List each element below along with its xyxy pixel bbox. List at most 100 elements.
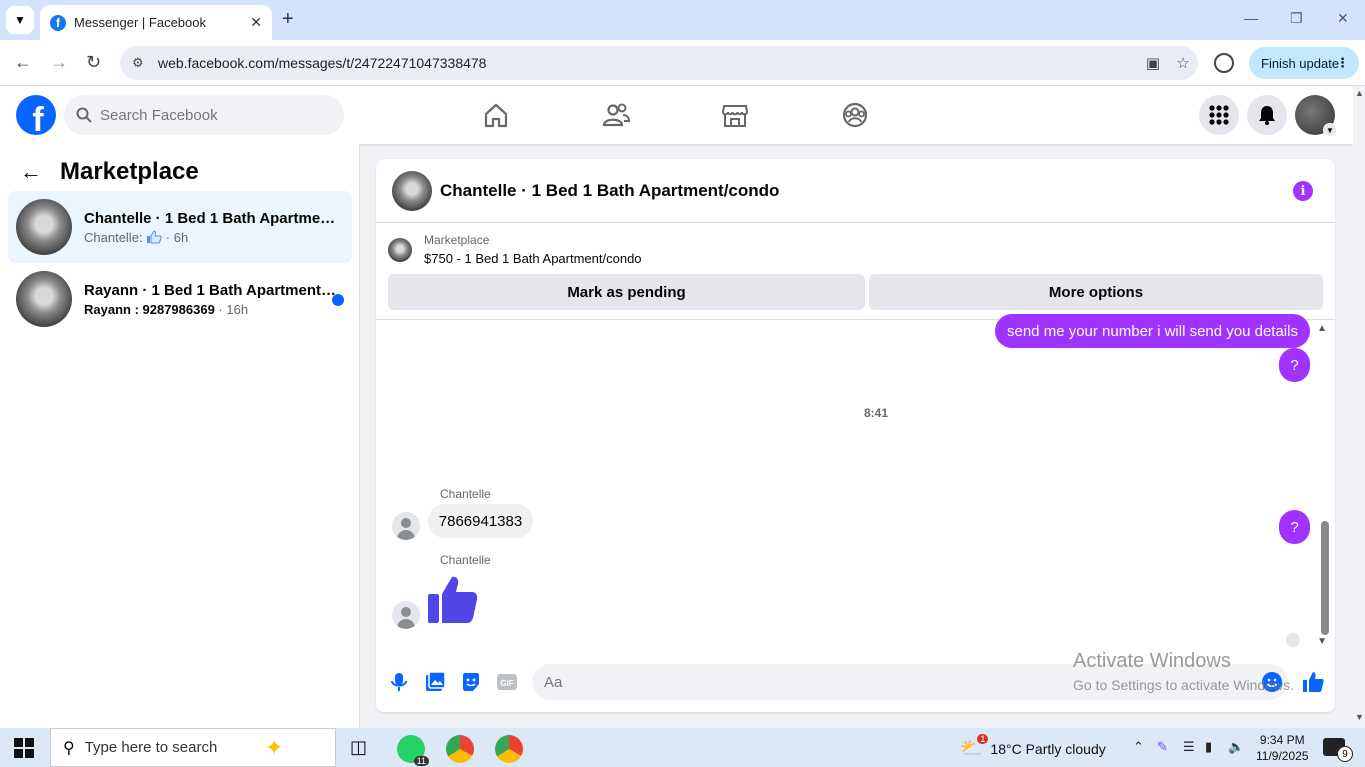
facebook-logo-icon[interactable]: f	[16, 95, 56, 135]
conversation-item-rayann[interactable]: Rayann · 1 Bed 1 Bath Apartment/condo Ra…	[8, 263, 352, 335]
scroll-down-icon[interactable]: ▼	[1317, 636, 1327, 647]
chat-panel: Chantelle · 1 Bed 1 Bath Apartment/condo…	[376, 159, 1335, 712]
bookmark-star-icon[interactable]: ☆	[1168, 54, 1198, 72]
search-input[interactable]	[100, 106, 320, 124]
windows-start-icon[interactable]	[14, 738, 34, 758]
copilot-sparkle-icon[interactable]: ✦	[265, 735, 283, 761]
browser-tab[interactable]: f Messenger | Facebook ✕	[40, 5, 272, 40]
sender-avatar[interactable]	[392, 512, 420, 540]
url-text[interactable]: web.facebook.com/messages/t/247224710473…	[158, 55, 1138, 71]
listing-label: Marketplace	[424, 233, 490, 247]
message-input[interactable]	[544, 673, 1234, 691]
listing-thumbnail	[388, 237, 412, 262]
incoming-message[interactable]: 7866941383	[428, 504, 533, 538]
page-scroll-up-icon[interactable]: ▲	[1355, 88, 1364, 98]
close-tab-icon[interactable]: ✕	[250, 14, 262, 31]
emoji-icon[interactable]	[1261, 671, 1283, 693]
chat-title[interactable]: Chantelle · 1 Bed 1 Bath Apartment/condo	[440, 181, 779, 201]
conversation-avatar	[16, 199, 72, 255]
show-hidden-icons-icon[interactable]: ⌃	[1133, 739, 1144, 755]
wifi-icon[interactable]: ☰	[1183, 739, 1195, 755]
clock-date: 11/9/2025	[1256, 749, 1309, 763]
sender-avatar[interactable]	[392, 601, 420, 629]
gif-icon[interactable]: GIF	[496, 671, 518, 693]
more-options-button[interactable]: More options	[869, 274, 1323, 310]
chat-scrollbar-thumb[interactable]	[1321, 521, 1329, 635]
taskbar-search[interactable]: ⚲ Type here to search ✦	[50, 728, 336, 767]
install-app-icon[interactable]: ▣	[1138, 54, 1168, 72]
task-view-icon[interactable]: ◫	[350, 737, 367, 758]
close-window-icon[interactable]: ✕	[1337, 10, 1349, 27]
facebook-favicon-icon: f	[50, 14, 66, 31]
finish-update-label: Finish update	[1261, 55, 1340, 71]
scroll-up-icon[interactable]: ▲	[1317, 323, 1327, 334]
photo-icon[interactable]	[424, 671, 446, 693]
search-icon: ⚲	[63, 739, 75, 757]
notification-count: 9	[1337, 746, 1353, 762]
conversation-name: Rayann · 1 Bed 1 Bath Apartment/condo	[84, 281, 336, 299]
volume-icon[interactable]: 🔈	[1228, 739, 1244, 755]
preview-sender: Rayann : 9287986369	[84, 301, 215, 317]
listing-text: Marketplace $750 - 1 Bed 1 Bath Apartmen…	[424, 233, 642, 266]
menu-grid-button[interactable]	[1199, 95, 1239, 135]
friends-icon[interactable]	[601, 100, 631, 130]
tab-search-button[interactable]: ▼	[6, 6, 34, 34]
like-button-icon[interactable]	[1302, 671, 1324, 693]
site-info-icon[interactable]: ⚙	[132, 55, 150, 71]
panel-title: Marketplace	[60, 158, 199, 185]
weather-widget[interactable]: ⛅ 1 18°C Partly cloudy	[960, 734, 1106, 759]
microphone-icon[interactable]	[388, 671, 410, 693]
info-icon[interactable]: i	[1293, 181, 1313, 201]
browser-toolbar: ← → ↻ ⚙ web.facebook.com/messages/t/2472…	[0, 40, 1365, 86]
battery-icon[interactable]: ▮	[1205, 739, 1212, 755]
finish-update-button[interactable]: Finish update ⋮	[1249, 47, 1359, 79]
facebook-search[interactable]	[64, 95, 344, 135]
outgoing-message[interactable]: ?	[1279, 510, 1310, 544]
whatsapp-icon[interactable]: 11	[397, 735, 429, 766]
account-avatar[interactable]: ▼	[1295, 95, 1337, 137]
page-scrollbar[interactable]: ▲ ▼	[1353, 86, 1365, 728]
notification-center-icon[interactable]: 9	[1323, 738, 1353, 762]
address-bar[interactable]: ⚙ web.facebook.com/messages/t/2472247104…	[120, 46, 1198, 80]
tab-title: Messenger | Facebook	[74, 15, 206, 30]
listing-info[interactable]: Marketplace $750 - 1 Bed 1 Bath Apartmen…	[388, 233, 642, 266]
profile-icon[interactable]	[1214, 53, 1234, 73]
restore-icon[interactable]: ❐	[1290, 10, 1303, 27]
groups-icon[interactable]	[840, 100, 870, 130]
chevron-down-icon: ▼	[1323, 123, 1337, 137]
clock[interactable]: 9:34 PM 11/9/2025	[1256, 732, 1309, 764]
mark-as-pending-button[interactable]: Mark as pending	[388, 274, 865, 310]
message-input-box[interactable]	[532, 664, 1288, 700]
whatsapp-badge: 11	[413, 756, 429, 766]
menu-dots-icon: ⋮	[1336, 55, 1349, 70]
preview-sender: Chantelle:	[84, 229, 143, 245]
conversation-item-chantelle[interactable]: Chantelle · 1 Bed 1 Bath Apartment/condo…	[8, 191, 352, 263]
chat-avatar[interactable]	[392, 170, 432, 211]
back-arrow-icon[interactable]: ←	[20, 159, 42, 185]
message-composer: GIF	[376, 657, 1335, 707]
weather-text: 18°C Partly cloudy	[990, 740, 1106, 757]
chrome-profile-icon[interactable]	[495, 735, 523, 763]
panel-header: ← Marketplace	[20, 158, 199, 186]
back-icon[interactable]: ←	[14, 52, 32, 73]
conversation-text: Chantelle · 1 Bed 1 Bath Apartment/condo…	[84, 210, 352, 245]
sticker-icon[interactable]	[460, 671, 482, 693]
conversation-preview: Rayann : 9287986369 · 16h	[84, 302, 352, 317]
conversation-list-panel: ← Marketplace Chantelle · 1 Bed 1 Bath A…	[0, 144, 360, 728]
outgoing-message[interactable]: send me your number i will send you deta…	[995, 314, 1310, 348]
menu-grid-icon	[1209, 105, 1229, 125]
notifications-button[interactable]	[1247, 95, 1287, 135]
page-scroll-down-icon[interactable]: ▼	[1355, 712, 1364, 722]
pen-icon[interactable]: ✎	[1157, 739, 1168, 755]
chrome-icon[interactable]	[446, 735, 474, 763]
outgoing-message[interactable]: ?	[1279, 348, 1310, 382]
forward-icon[interactable]: →	[50, 52, 68, 73]
search-icon	[76, 107, 92, 123]
conversation-text: Rayann · 1 Bed 1 Bath Apartment/condo Ra…	[84, 282, 352, 317]
home-icon[interactable]	[481, 100, 511, 130]
new-tab-button[interactable]: +	[282, 8, 294, 31]
thumbs-up-sticker-icon[interactable]	[428, 574, 478, 624]
marketplace-icon[interactable]	[720, 100, 750, 130]
reload-icon[interactable]: ↻	[86, 52, 101, 73]
minimize-icon[interactable]: —	[1244, 10, 1258, 26]
